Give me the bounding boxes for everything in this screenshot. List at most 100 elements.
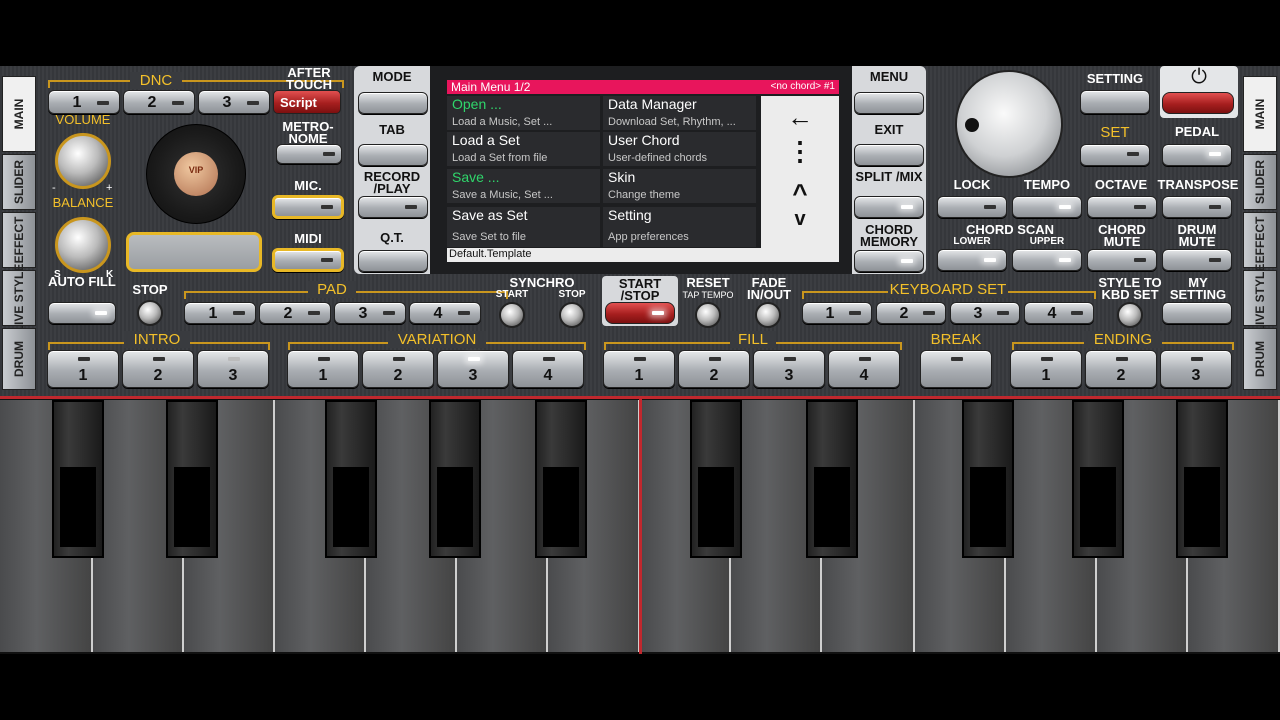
back-arrow-icon[interactable]: ← [780, 102, 820, 133]
my-setting-button[interactable] [1162, 302, 1232, 324]
left-tab-drum[interactable]: DRUM [2, 328, 36, 390]
style-to-kbd-knob[interactable] [1117, 302, 1143, 328]
intro-button-3[interactable]: 3 [197, 350, 269, 388]
start-stop-label: START /STOP [618, 276, 662, 303]
dnc-button-3[interactable]: 3 [198, 90, 270, 114]
metronome-button[interactable] [276, 144, 342, 164]
menu-item-data-manager[interactable]: Data Manager Download Set, Rhythm, ... [603, 96, 756, 130]
black-key[interactable] [325, 400, 377, 558]
right-tab-slider[interactable]: SLIDER [1243, 154, 1277, 210]
led [901, 259, 913, 263]
mic-button[interactable] [272, 195, 344, 219]
menu-item-load-set[interactable]: Load a Set Load a Set from file [447, 132, 600, 166]
fill-button-3[interactable]: 3 [753, 350, 825, 388]
menu-item-save[interactable]: Save ... Save a Music, Set ... [447, 169, 600, 203]
mode-button[interactable] [358, 92, 428, 114]
black-key[interactable] [1072, 400, 1124, 558]
chevron-down-icon[interactable]: v [780, 208, 820, 231]
variation-button-1[interactable]: 1 [287, 350, 359, 388]
keyboard-set-button-4[interactable]: 4 [1024, 302, 1094, 324]
power-button[interactable] [1162, 92, 1234, 114]
menu-item-open[interactable]: Open ... Load a Music, Set ... [447, 96, 600, 130]
right-tab-live-style[interactable]: LIVE STYLE [1243, 264, 1277, 332]
setting-button[interactable] [1080, 90, 1150, 114]
pad-button-4[interactable]: 4 [409, 302, 481, 324]
ending-button-2[interactable]: 2 [1085, 350, 1157, 388]
variation-button-4[interactable]: 4 [512, 350, 584, 388]
chord-memory-button[interactable] [854, 250, 924, 272]
transpose-button[interactable] [1162, 196, 1232, 218]
tempo-dial[interactable] [955, 70, 1063, 178]
auto-fill-button[interactable] [48, 302, 116, 324]
black-key[interactable] [962, 400, 1014, 558]
led [153, 357, 165, 361]
octave-button[interactable] [1087, 196, 1157, 218]
chord-scan-lower-button[interactable] [937, 249, 1007, 271]
midi-button[interactable] [272, 248, 344, 272]
black-key[interactable] [806, 400, 858, 558]
menu-item-save-as-set[interactable]: Save as Set Save Set to file [447, 207, 600, 247]
chord-mute-button[interactable] [1087, 249, 1157, 271]
start-stop-button[interactable] [605, 302, 675, 324]
set-button[interactable] [1080, 144, 1150, 166]
intro-button-1[interactable]: 1 [47, 350, 119, 388]
qt-button[interactable] [358, 250, 428, 272]
lock-button[interactable] [937, 196, 1007, 218]
left-tab-main[interactable]: MAIN [2, 76, 36, 152]
synchro-stop-knob[interactable] [559, 302, 585, 328]
ending-button-1[interactable]: 1 [1010, 350, 1082, 388]
style-disc[interactable]: VIP [146, 124, 246, 224]
fill-button-4[interactable]: 4 [828, 350, 900, 388]
chord-scan-upper-button[interactable] [1012, 249, 1082, 271]
ending-button-3[interactable]: 3 [1160, 350, 1232, 388]
black-key[interactable] [1176, 400, 1228, 558]
split-mix-button[interactable] [854, 196, 924, 218]
left-tab-live-style[interactable]: LIVE STYLE [2, 264, 36, 332]
exit-button[interactable] [854, 144, 924, 166]
reset-knob[interactable] [695, 302, 721, 328]
break-button[interactable] [920, 350, 992, 388]
more-vertical-icon[interactable]: ⋮ [780, 136, 820, 167]
volume-knob[interactable] [55, 133, 111, 189]
script-button[interactable]: Script [273, 90, 341, 114]
piano-keyboard[interactable] [0, 396, 1280, 654]
tempo-button[interactable] [1012, 196, 1082, 218]
pedal-label: PEDAL [1174, 124, 1220, 139]
left-tab-effect[interactable]: EFFECT [2, 212, 36, 268]
left-tab-slider[interactable]: SLIDER [2, 154, 36, 210]
intro-button-2[interactable]: 2 [122, 350, 194, 388]
black-key[interactable] [429, 400, 481, 558]
black-key[interactable] [52, 400, 104, 558]
right-tab-main[interactable]: MAIN [1243, 76, 1277, 152]
menu-item-subtitle: Change theme [608, 189, 681, 201]
record-play-button[interactable] [358, 196, 428, 218]
fill-button-2[interactable]: 2 [678, 350, 750, 388]
synchro-start-knob[interactable] [499, 302, 525, 328]
joystick-pad[interactable] [126, 232, 262, 272]
variation-button-2[interactable]: 2 [362, 350, 434, 388]
menu-item-setting[interactable]: Setting App preferences [603, 207, 756, 247]
menu-item-subtitle: App preferences [608, 231, 689, 243]
black-key[interactable] [166, 400, 218, 558]
black-key[interactable] [535, 400, 587, 558]
screen-footer: Default.Template [447, 248, 839, 262]
drum-mute-button[interactable] [1162, 249, 1232, 271]
menu-item-user-chord[interactable]: User Chord User-defined chords [603, 132, 756, 166]
black-key[interactable] [690, 400, 742, 558]
tab-button[interactable] [358, 144, 428, 166]
right-tab-effect[interactable]: EFFECT [1243, 212, 1277, 268]
balance-knob[interactable] [55, 217, 111, 273]
keyboard-set-button-3[interactable]: 3 [950, 302, 1020, 324]
menu-button[interactable] [854, 92, 924, 114]
right-tab-drum[interactable]: DRUM [1243, 328, 1277, 390]
pedal-button[interactable] [1162, 144, 1232, 166]
fade-knob[interactable] [755, 302, 781, 328]
keyboard-set-button-1[interactable]: 1 [802, 302, 872, 324]
fill-button-1[interactable]: 1 [603, 350, 675, 388]
menu-item-skin[interactable]: Skin Change theme [603, 169, 756, 203]
keyboard-set-button-2[interactable]: 2 [876, 302, 946, 324]
power-icon[interactable]: ⏻ [1160, 66, 1238, 89]
variation-button-3[interactable]: 3 [437, 350, 509, 388]
pad-stop-knob[interactable] [137, 300, 163, 326]
chevron-up-icon[interactable]: ^ [780, 178, 820, 209]
